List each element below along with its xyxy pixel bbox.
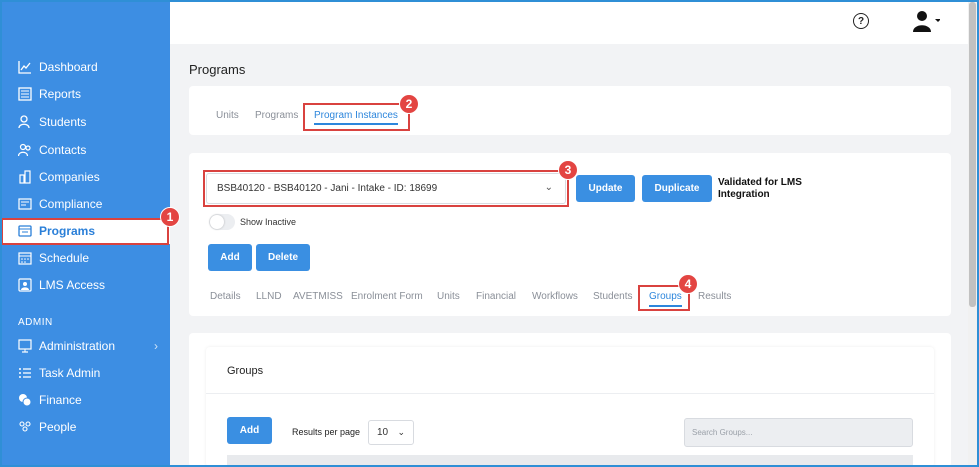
- sidebar-item-students[interactable]: Students: [0, 109, 170, 135]
- sidebar-item-administration[interactable]: Administration ›: [0, 333, 170, 359]
- students-icon: [18, 115, 32, 129]
- sidebar-item-schedule[interactable]: Schedule: [0, 245, 170, 271]
- annotation-badge-4: 4: [678, 274, 698, 294]
- sidebar-item-contacts[interactable]: Contacts: [0, 137, 170, 163]
- report-icon: [18, 87, 32, 101]
- highlight-box-program-instances: [303, 103, 410, 131]
- chevron-right-icon: ›: [154, 339, 158, 353]
- sidebar-item-label: Schedule: [39, 251, 90, 265]
- tab-results[interactable]: Results: [698, 291, 731, 302]
- sidebar-item-label: Dashboard: [39, 60, 98, 74]
- toggle-knob: [210, 215, 224, 229]
- show-inactive-toggle[interactable]: [209, 214, 235, 230]
- sidebar-item-dashboard[interactable]: Dashboard: [0, 54, 170, 80]
- sidebar-item-reports[interactable]: Reports: [0, 81, 170, 107]
- sidebar-item-task-admin[interactable]: Task Admin: [0, 360, 170, 386]
- page-title: Programs: [189, 62, 246, 77]
- annotation-badge-2: 2: [399, 94, 419, 114]
- sidebar-item-label: Task Admin: [39, 366, 101, 380]
- sidebar-item-label: Students: [39, 115, 87, 129]
- contacts-icon: [18, 143, 32, 157]
- chevron-down-icon: ⌄: [397, 427, 405, 437]
- chart-line-icon: [18, 60, 32, 74]
- page-scrollbar[interactable]: [968, 0, 977, 467]
- sidebar-item-label: Administration: [39, 339, 116, 353]
- highlight-box-programs: [1, 218, 169, 245]
- lms-status-label: Validated for LMS Integration: [718, 177, 802, 200]
- tab-workflows[interactable]: Workflows: [532, 291, 578, 302]
- search-placeholder: Search Groups...: [692, 428, 753, 437]
- list-icon: [18, 366, 32, 380]
- sidebar-item-companies[interactable]: Companies: [0, 164, 170, 190]
- lms-icon: [18, 278, 32, 292]
- tab-financial[interactable]: Financial: [476, 291, 516, 302]
- sidebar-item-people[interactable]: People: [0, 414, 170, 440]
- duplicate-button[interactable]: Duplicate: [642, 175, 712, 202]
- tab-enrolment-form[interactable]: Enrolment Form: [351, 291, 423, 302]
- groups-divider: [206, 393, 934, 394]
- user-avatar-icon[interactable]: [912, 10, 940, 34]
- delete-program-button[interactable]: Delete: [256, 244, 310, 271]
- sidebar-item-lms-access[interactable]: LMS Access: [0, 272, 170, 298]
- coins-icon: [18, 393, 32, 407]
- results-per-page-select[interactable]: 10 ⌄: [368, 420, 414, 445]
- sidebar-item-label: People: [39, 420, 77, 434]
- tab-llnd[interactable]: LLND: [256, 291, 282, 302]
- tab-programs[interactable]: Programs: [255, 110, 298, 121]
- results-per-page-value: 10: [377, 427, 389, 438]
- sidebar-item-label: Reports: [39, 87, 82, 101]
- compliance-icon: [18, 197, 32, 211]
- groups-panel: [206, 347, 934, 467]
- tab-students[interactable]: Students: [593, 291, 632, 302]
- sidebar-item-label: Compliance: [39, 197, 103, 211]
- groups-table-header: [227, 455, 913, 467]
- add-group-button[interactable]: Add: [227, 417, 272, 444]
- people-icon: [18, 420, 32, 434]
- admin-section-label: ADMIN: [18, 317, 53, 328]
- help-icon[interactable]: ?: [853, 13, 869, 29]
- sidebar-item-compliance[interactable]: Compliance: [0, 191, 170, 217]
- tab-units-sub[interactable]: Units: [437, 291, 460, 302]
- calendar-icon: [18, 251, 32, 265]
- sidebar-item-label: LMS Access: [39, 278, 106, 292]
- annotation-badge-3: 3: [558, 160, 578, 180]
- sidebar-item-label: Companies: [39, 170, 100, 184]
- show-inactive-label: Show Inactive: [240, 217, 297, 227]
- sidebar-item-label: Contacts: [39, 143, 87, 157]
- search-groups-input[interactable]: Search Groups...: [684, 418, 913, 447]
- results-per-page-label: Results per page: [292, 427, 361, 437]
- update-button[interactable]: Update: [576, 175, 635, 202]
- sidebar-item-finance[interactable]: Finance: [0, 387, 170, 413]
- monitor-icon: [18, 339, 32, 353]
- highlight-box-program-select: [203, 170, 569, 207]
- companies-icon: [18, 170, 32, 184]
- scrollbar-thumb[interactable]: [969, 2, 976, 307]
- tab-details[interactable]: Details: [210, 291, 241, 302]
- annotation-badge-1: 1: [160, 207, 180, 227]
- groups-title: Groups: [227, 365, 264, 377]
- add-program-button[interactable]: Add: [208, 244, 252, 271]
- tab-units[interactable]: Units: [216, 110, 239, 121]
- tab-avetmiss[interactable]: AVETMISS: [293, 291, 343, 302]
- top-bar: ?: [170, 0, 977, 44]
- sidebar-item-label: Finance: [39, 393, 82, 407]
